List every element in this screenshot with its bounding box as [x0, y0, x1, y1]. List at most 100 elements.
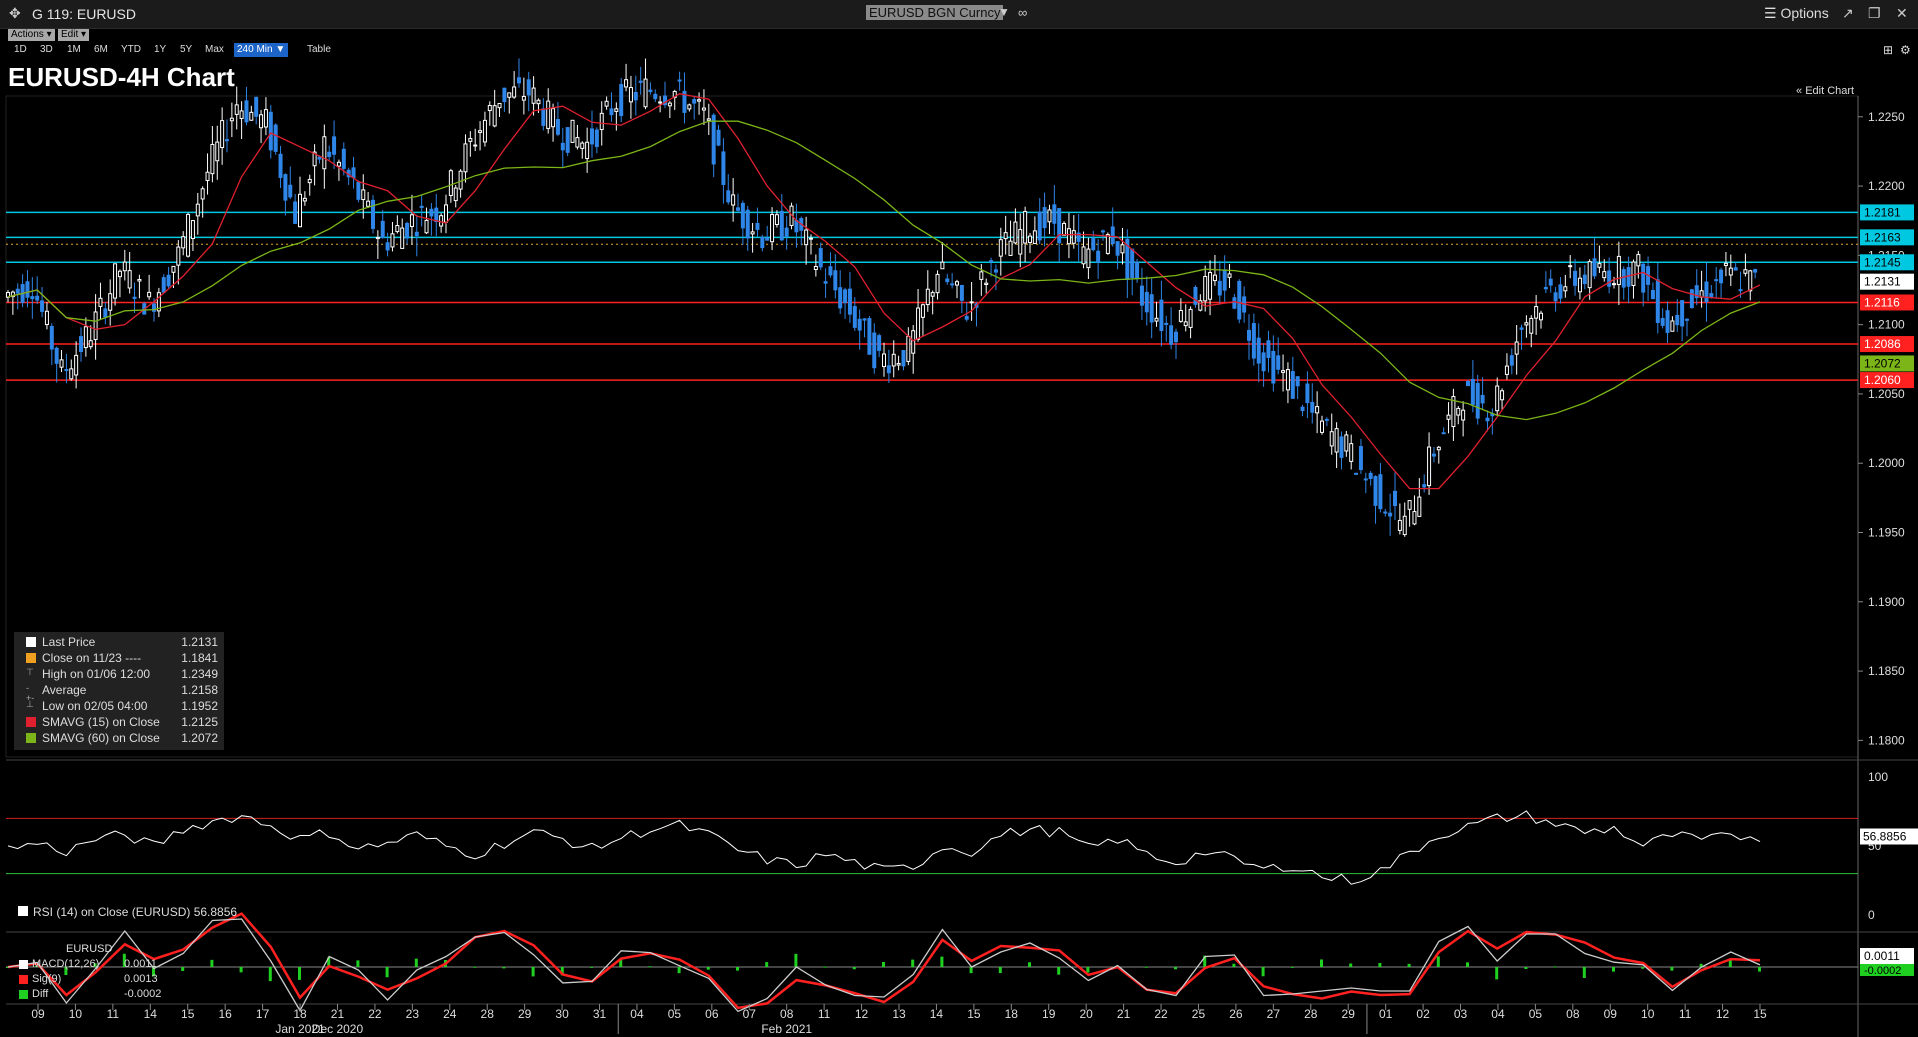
candle-body — [507, 92, 512, 98]
candle-body — [1101, 230, 1105, 233]
legend-label: High on 01/06 12:00 — [42, 667, 151, 681]
legend-swatch: -+- — [26, 683, 35, 703]
macd-diff-bar — [1524, 967, 1528, 969]
macd-diff-bar — [1261, 967, 1265, 977]
candle-body — [336, 161, 341, 167]
candles — [6, 58, 1758, 537]
candle-body — [1373, 476, 1378, 506]
candle-body — [1422, 484, 1427, 488]
candle-body — [930, 292, 935, 297]
candle-body — [935, 273, 940, 294]
rsi-legend: RSI (14) on Close (EURUSD) 56.8856 — [18, 905, 237, 919]
macd-diff-bar — [677, 967, 681, 974]
x-tick-label: 18 — [1005, 1007, 1019, 1021]
candle-body — [585, 141, 590, 159]
candle-body — [234, 104, 239, 115]
candle-body — [1607, 270, 1612, 287]
candle-body — [546, 100, 551, 129]
candle-body — [1573, 270, 1578, 286]
gear-icon[interactable]: ⚙ — [1900, 43, 1911, 57]
candle-body — [760, 236, 765, 249]
range-1d[interactable]: 1D — [14, 43, 27, 57]
candle-body — [44, 310, 49, 326]
candle-body — [711, 114, 716, 165]
macd-diff-bar — [298, 967, 301, 980]
range-1m[interactable]: 1M — [67, 43, 81, 57]
security-input[interactable]: EURUSD BGN Curncy — [866, 5, 1004, 20]
table-button[interactable]: Table — [307, 43, 331, 57]
options-button[interactable]: ☰ Options — [1764, 5, 1829, 22]
link-icon[interactable]: ∞ — [1018, 5, 1027, 20]
move-icon[interactable]: ✥ — [9, 5, 21, 22]
candle-body — [998, 239, 1003, 257]
candle-body — [453, 187, 458, 202]
restore-icon[interactable]: ❐ — [1868, 5, 1881, 22]
candle-body — [1470, 378, 1475, 405]
candle-body — [405, 223, 410, 239]
range-bar: 1D 3D 1M 6M YTD 1Y 5Y Max 240 Min ▼ Tabl… — [0, 42, 1918, 97]
x-tick-label: 14 — [930, 1007, 944, 1021]
range-1y[interactable]: 1Y — [154, 43, 166, 57]
candle-body — [205, 171, 210, 181]
macd-diff-bar — [1436, 956, 1440, 967]
candle-body — [1149, 294, 1154, 323]
candle-body — [1047, 209, 1052, 223]
candle-body — [599, 112, 604, 131]
actions-menu[interactable]: Actions ▾ — [8, 29, 55, 41]
level-label: 1.2145 — [1864, 255, 1901, 269]
macd-diff-bar — [239, 967, 243, 973]
candle-body — [1393, 490, 1397, 507]
legend-label: SMAVG (60) on Close — [42, 731, 160, 745]
edit-menu[interactable]: Edit ▾ — [58, 29, 90, 41]
x-tick-label: 21 — [331, 1007, 345, 1021]
candle-body — [1753, 269, 1758, 273]
x-tick-label: 15 — [1753, 1007, 1767, 1021]
macd-diff-bar — [998, 967, 1002, 973]
range-240min[interactable]: 240 Min ▼ — [234, 43, 289, 57]
chart-area[interactable]: 1.22501.22001.21501.21001.20501.20001.19… — [0, 58, 1918, 1037]
range-max[interactable]: Max — [205, 43, 224, 57]
close-icon[interactable]: ✕ — [1896, 5, 1908, 22]
range-5y[interactable]: 5Y — [180, 43, 192, 57]
macd-legend-swatch — [19, 975, 28, 984]
candle-body — [225, 139, 229, 142]
chevron-down-icon[interactable]: ▼ — [998, 5, 1010, 19]
x-tick-label: 20 — [1079, 1007, 1093, 1021]
y-tick-label: 1.2200 — [1868, 179, 1905, 193]
candle-body — [79, 336, 83, 352]
range-ytd[interactable]: YTD — [121, 43, 141, 57]
candle-body — [551, 108, 556, 128]
candle-body — [1329, 431, 1334, 447]
candle-body — [1300, 406, 1305, 412]
candle-body — [609, 108, 614, 116]
candle-body — [113, 263, 118, 299]
candle-body — [590, 128, 594, 145]
candle-body — [409, 214, 414, 228]
macd-diff-bar — [1290, 966, 1294, 968]
macd-legend-value: 0.0013 — [124, 973, 158, 985]
candle-body — [1388, 512, 1393, 517]
candle-body — [862, 318, 867, 321]
macd-legend-value: 0.0011 — [124, 958, 157, 970]
candle-body — [40, 300, 45, 312]
x-tick-label: 26 — [1229, 1007, 1243, 1021]
macd-diff-bar — [1407, 963, 1411, 967]
range-3d[interactable]: 3D — [40, 43, 53, 57]
candle-body — [215, 141, 220, 162]
macd-diff-bar — [473, 966, 477, 968]
macd-diff-bar — [268, 967, 272, 982]
candle-body — [872, 332, 877, 369]
candle-body — [1436, 446, 1441, 451]
candle-body — [989, 260, 994, 263]
candle-body — [1417, 496, 1422, 517]
range-6m[interactable]: 6M — [94, 43, 108, 57]
candle-body — [906, 335, 911, 362]
candle-body — [925, 288, 930, 306]
macd-value-label: 0.0011 — [1864, 949, 1900, 963]
candle-body — [716, 129, 721, 146]
popout-icon[interactable]: ↗ — [1842, 5, 1854, 22]
candle-body — [468, 138, 473, 142]
zoom-icon[interactable]: ⊞ — [1883, 43, 1893, 57]
x-tick-label: 29 — [1342, 1007, 1356, 1021]
candle-body — [1222, 269, 1227, 291]
